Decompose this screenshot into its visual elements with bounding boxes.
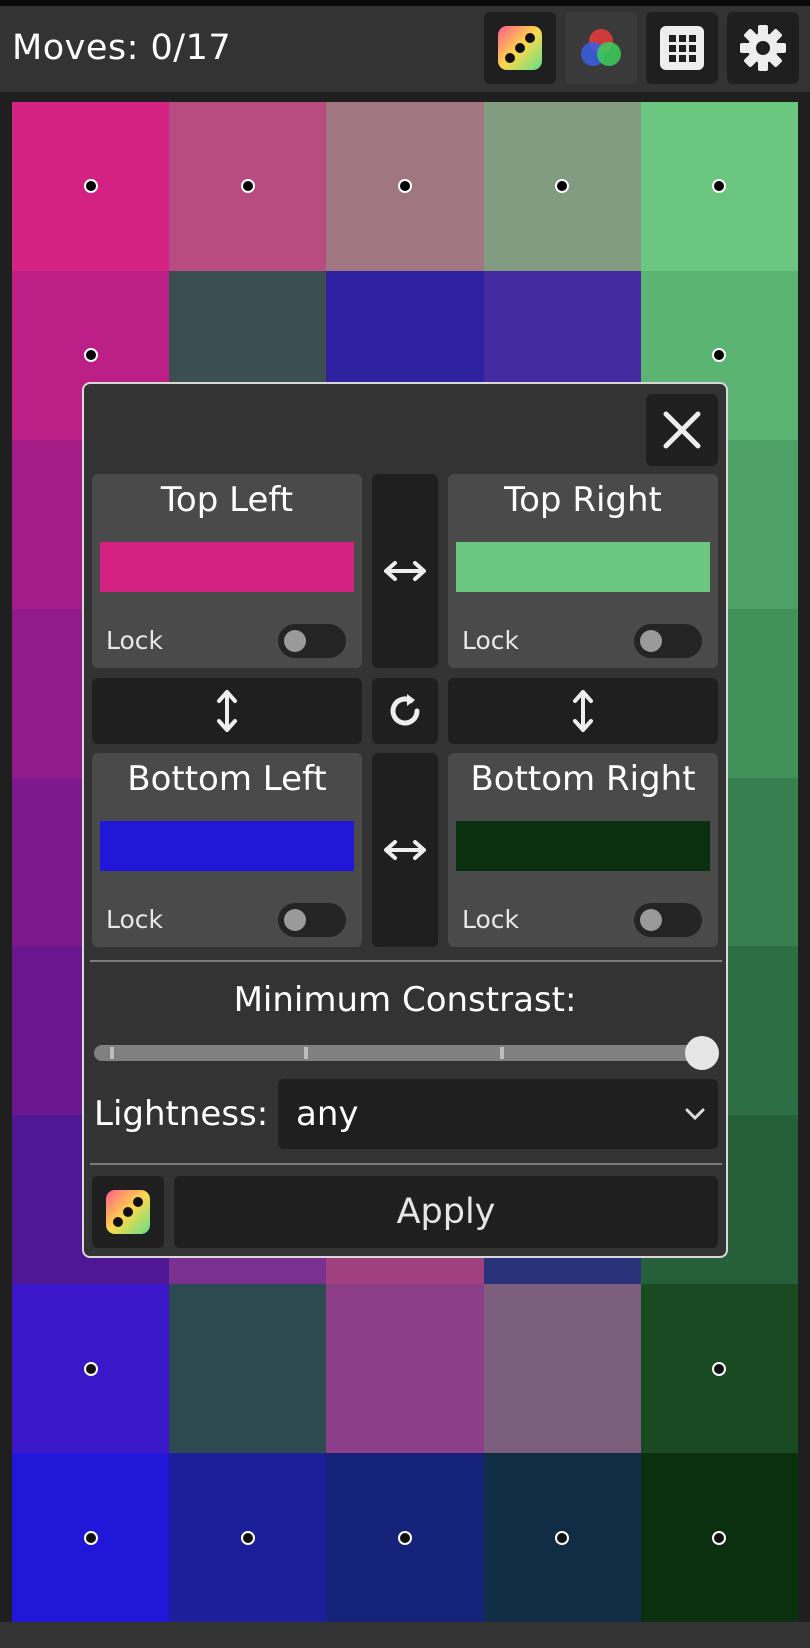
fixed-tile-dot [712,1361,727,1376]
corner-top-right: Top Right Lock [448,474,718,668]
board-tile[interactable] [640,102,798,271]
lock-toggle[interactable] [634,624,702,658]
board-tile[interactable] [12,1453,170,1622]
dice-icon [498,26,542,70]
fixed-tile-dot [83,348,98,363]
min-contrast-slider[interactable] [94,1045,702,1061]
grid-size-button[interactable] [646,12,718,84]
settings-button[interactable] [727,12,799,84]
corner-title: Top Left [160,480,294,520]
color-swatch[interactable] [100,821,354,871]
color-mode-button[interactable] [565,12,637,84]
board-tile[interactable] [326,1284,484,1454]
fixed-tile-dot [83,179,98,194]
corner-bottom-right: Bottom Right Lock [448,753,718,947]
board-tile[interactable] [640,1453,798,1622]
color-swatch[interactable] [456,821,710,871]
bottom-strip [0,1622,810,1648]
board-tile[interactable] [483,102,641,271]
corner-bottom-left: Bottom Left Lock [92,753,362,947]
close-icon [663,411,701,449]
board-tile[interactable] [12,102,170,271]
fixed-tile-dot [83,1361,98,1376]
min-contrast-label: Minimum Constrast: [233,980,577,1020]
randomize-corners-button[interactable] [92,1176,164,1248]
randomize-button[interactable] [484,12,556,84]
chevron-down-icon [685,1108,705,1121]
moves-counter: Moves: 0/17 [12,28,232,68]
close-button[interactable] [646,394,718,466]
lock-label: Lock [106,626,164,655]
fixed-tile-dot [712,348,727,363]
lock-toggle[interactable] [278,624,346,658]
gear-icon [740,25,786,71]
board-tile[interactable] [483,1284,641,1454]
slider-tick [110,1047,114,1059]
fixed-tile-dot [712,179,727,194]
divider [90,1163,722,1165]
swap-left-vertical-button[interactable] [92,678,362,744]
swap-bottom-horizontal-button[interactable] [372,753,438,947]
vertical-arrows-icon [217,690,237,732]
corner-title: Bottom Left [127,759,327,799]
fixed-tile-dot [712,1530,727,1545]
swap-top-horizontal-button[interactable] [372,474,438,668]
vertical-arrows-icon [573,690,593,732]
board-tile[interactable] [326,102,484,271]
lock-label: Lock [106,905,164,934]
lock-toggle[interactable] [278,903,346,937]
lightness-select[interactable]: any [278,1079,718,1149]
fixed-tile-dot [397,1530,412,1545]
grid-icon [660,26,704,70]
color-swatch[interactable] [100,542,354,592]
rgb-circles-icon [581,29,621,66]
fixed-tile-dot [397,179,412,194]
corner-title: Bottom Right [470,759,696,799]
corner-title: Top Right [504,480,662,520]
board-tile[interactable] [640,1284,798,1454]
rotate-icon [390,694,420,726]
corner-colors-dialog: Top Left Lock Top Right Lock Bottom Left… [82,382,728,1258]
fixed-tile-dot [555,1530,570,1545]
lightness-label: Lightness: [94,1094,269,1134]
board-tile[interactable] [483,1453,641,1622]
lock-label: Lock [462,626,520,655]
slider-handle[interactable] [685,1036,719,1070]
top-bar: Moves: 0/17 [0,0,810,92]
board-tile[interactable] [326,1453,484,1622]
slider-tick [500,1047,504,1059]
horizontal-arrows-icon [384,561,426,581]
lightness-value: any [296,1094,359,1134]
swap-right-vertical-button[interactable] [448,678,718,744]
toggle-knob [284,630,306,652]
apply-button[interactable]: Apply [174,1176,718,1248]
slider-tick [304,1047,308,1059]
board-tile[interactable] [169,1453,327,1622]
toggle-knob [640,630,662,652]
lock-toggle[interactable] [634,903,702,937]
fixed-tile-dot [240,1530,255,1545]
fixed-tile-dot [555,179,570,194]
toggle-knob [640,909,662,931]
rotate-button[interactable] [372,678,438,744]
board-tile[interactable] [169,102,327,271]
fixed-tile-dot [83,1530,98,1545]
lock-label: Lock [462,905,520,934]
dice-icon [106,1190,150,1234]
corner-top-left: Top Left Lock [92,474,362,668]
toggle-knob [284,909,306,931]
horizontal-arrows-icon [384,840,426,860]
board-tile[interactable] [169,1284,327,1454]
divider [90,960,722,962]
board-tile[interactable] [12,1284,170,1454]
fixed-tile-dot [240,179,255,194]
color-swatch[interactable] [456,542,710,592]
